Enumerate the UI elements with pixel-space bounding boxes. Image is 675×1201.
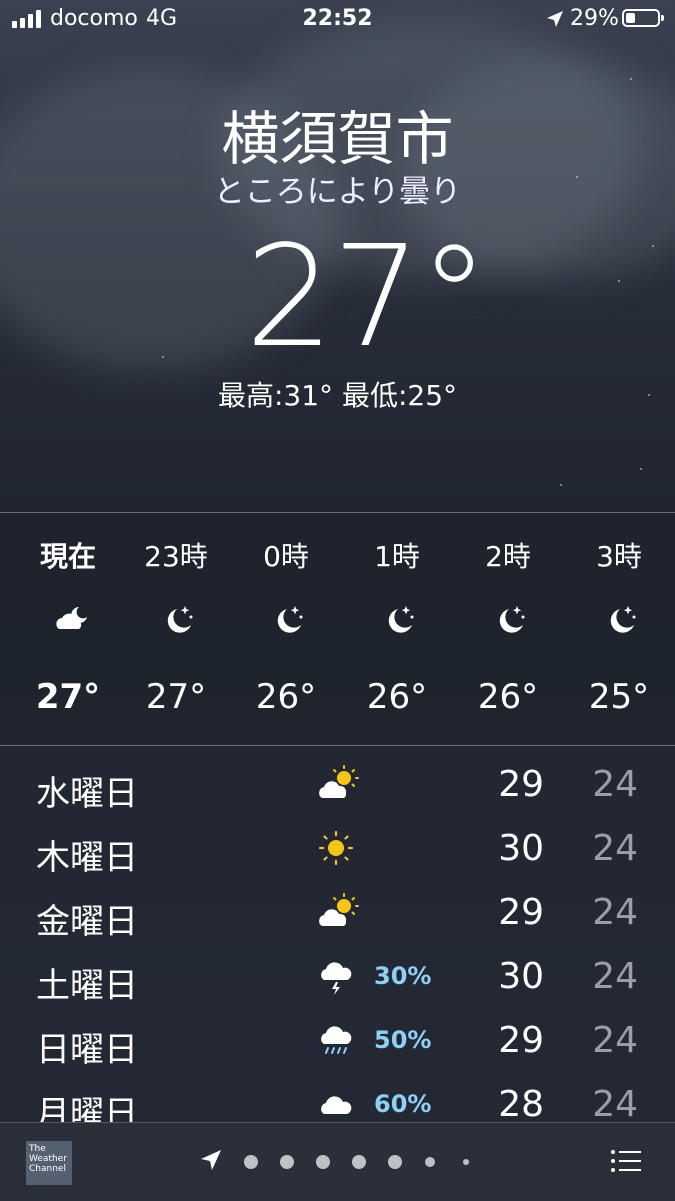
page-dot[interactable]	[280, 1155, 294, 1169]
day-high: 30	[498, 956, 544, 997]
page-dot[interactable]	[352, 1155, 366, 1169]
partly-sunny-icon	[319, 765, 359, 798]
hour-temp: 26°	[366, 677, 428, 717]
rain-icon	[321, 1026, 352, 1054]
weather-channel-logo[interactable]: The Weather Channel	[26, 1141, 72, 1185]
day-high: 29	[498, 764, 544, 805]
day-name: 水曜日	[36, 774, 138, 814]
weather-condition: ところにより曇り	[213, 174, 462, 210]
day-name: 土曜日	[36, 966, 138, 1006]
hour-temp: 25°	[588, 677, 650, 717]
day-name: 日曜日	[36, 1030, 138, 1070]
day-low: 24	[592, 764, 638, 805]
current-location-icon[interactable]	[200, 1149, 222, 1171]
moon-stars-icon	[610, 606, 636, 633]
location-arrow-icon	[547, 11, 563, 27]
thunderstorm-icon	[321, 962, 352, 995]
battery-percent: 29%	[570, 6, 619, 31]
moon-stars-icon	[277, 606, 303, 633]
city-list-icon[interactable]	[610, 1147, 642, 1175]
bottom-toolbar: The Weather Channel	[0, 1122, 675, 1201]
day-high: 30	[498, 828, 544, 869]
high-low-temperature: 最高:31° 最低:25°	[217, 379, 458, 412]
daily-row: 日曜日 50% 29 24	[0, 1010, 675, 1074]
hour-label: 現在	[39, 540, 96, 573]
daily-row: 木曜日 30 24	[0, 818, 675, 882]
day-name: 金曜日	[36, 902, 138, 942]
precip-chance: 50%	[374, 1026, 432, 1054]
precip-chance: 30%	[374, 962, 432, 990]
day-low: 24	[592, 828, 638, 869]
day-high: 29	[498, 1020, 544, 1061]
status-bar: docomo 4G 22:52 29%	[0, 0, 675, 40]
battery-icon	[622, 9, 664, 27]
hour-label: 0時	[263, 540, 309, 573]
hour-label: 1時	[374, 540, 420, 573]
page-dot[interactable]	[244, 1155, 258, 1169]
moon-stars-icon	[388, 606, 414, 633]
day-name: 木曜日	[36, 838, 138, 878]
day-low: 24	[592, 956, 638, 997]
hour-label: 2時	[485, 540, 531, 573]
sun-icon	[318, 830, 354, 866]
cloud-icon	[321, 1096, 352, 1114]
daily-row: 水曜日 29 24	[0, 754, 675, 818]
page-dot[interactable]	[388, 1155, 402, 1169]
daily-row: 土曜日 30% 30 24	[0, 946, 675, 1010]
day-low: 24	[592, 1084, 638, 1122]
hour-label: 3時	[596, 540, 642, 573]
hour-temp: 27°	[35, 677, 101, 717]
daily-row: 月曜日 60% 28 24	[0, 1074, 675, 1122]
day-high: 28	[498, 1084, 544, 1122]
hour-temp: 26°	[477, 677, 539, 717]
partly-sunny-icon	[319, 893, 359, 926]
city-name: 横須賀市	[221, 105, 454, 173]
partly-cloudy-night-icon	[56, 607, 87, 629]
page-dot[interactable]	[463, 1159, 469, 1165]
day-name: 月曜日	[36, 1094, 138, 1122]
daily-forecast[interactable]: 水曜日 29 24 木曜日 30 24 金曜日 29 24 土曜日 30% 30…	[0, 752, 675, 1122]
day-low: 24	[592, 1020, 638, 1061]
precip-chance: 60%	[374, 1090, 432, 1118]
hour-temp: 27°	[145, 677, 207, 717]
hour-temp: 26°	[255, 677, 317, 717]
moon-stars-icon	[499, 606, 525, 633]
page-dot[interactable]	[316, 1155, 330, 1169]
daily-row: 金曜日 29 24	[0, 882, 675, 946]
current-temperature: 27°	[245, 216, 489, 379]
hourly-forecast[interactable]: 現在 27° 23時 27° 0時 26° 1時 26° 2時 26° 3時 2…	[0, 512, 675, 746]
page-dot[interactable]	[425, 1157, 435, 1167]
moon-stars-icon	[167, 606, 193, 633]
hour-label: 23時	[144, 540, 208, 573]
day-low: 24	[592, 892, 638, 933]
day-high: 29	[498, 892, 544, 933]
